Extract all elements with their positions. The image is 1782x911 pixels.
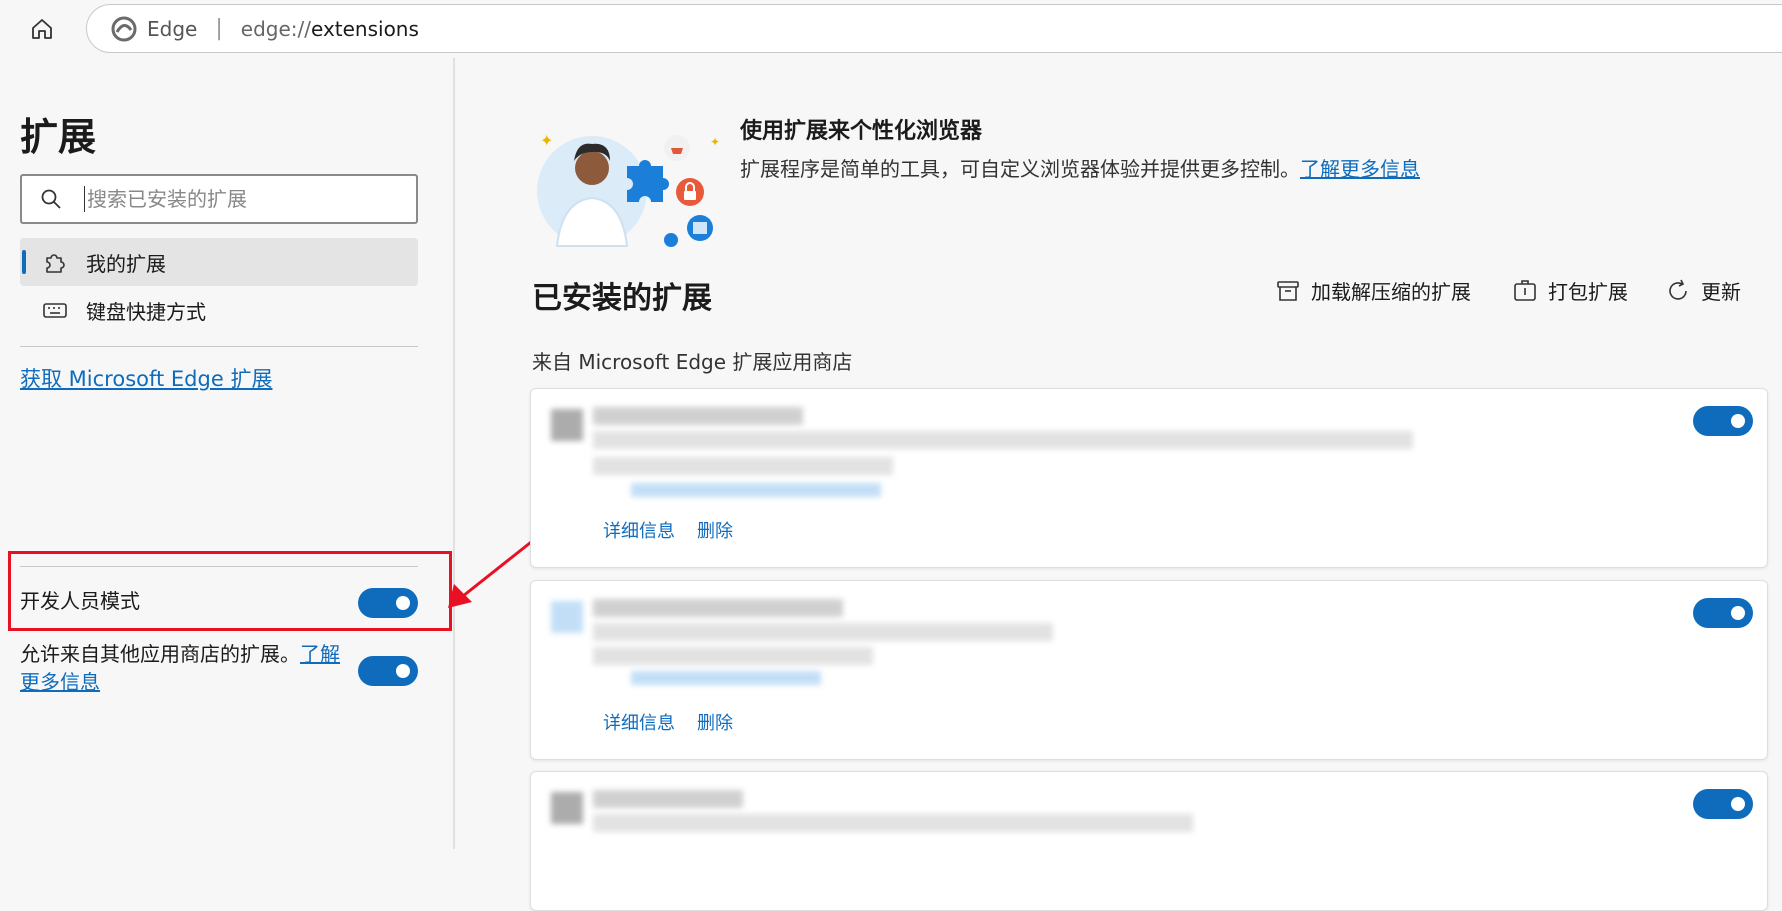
remove-link[interactable]: 删除: [697, 709, 733, 735]
update-label: 更新: [1701, 280, 1741, 304]
search-icon: [41, 189, 61, 209]
sidebar-divider: [20, 346, 418, 347]
url-path: extensions: [310, 16, 419, 41]
sidebar-title: 扩展: [20, 115, 97, 159]
extension-name-redacted: [593, 599, 843, 617]
extension-description-redacted: [593, 431, 1413, 449]
sidebar-item-label: 我的扩展: [86, 251, 166, 276]
browser-brand: Edge: [147, 16, 198, 41]
address-separator: |: [215, 16, 223, 41]
extension-link-redacted: [631, 671, 821, 685]
refresh-icon: [1669, 279, 1687, 300]
extensions-illustration-icon: ✦ ✦: [537, 131, 720, 247]
card-actions: 详细信息 删除: [603, 709, 755, 735]
search-box[interactable]: [20, 174, 418, 224]
extension-description-redacted: [593, 814, 1193, 832]
developer-mode-label: 开发人员模式: [20, 589, 140, 613]
address-toolbar: Edge | edge:// extensions: [0, 0, 1782, 58]
extension-icon: [551, 409, 583, 441]
sidebar-item-my-extensions[interactable]: 我的扩展: [20, 238, 418, 286]
keyboard-icon: [43, 303, 67, 318]
allow-other-stores-toggle[interactable]: [358, 656, 418, 686]
home-icon: [32, 19, 52, 39]
extension-enable-toggle[interactable]: [1693, 789, 1753, 819]
update-button[interactable]: 更新: [1665, 276, 1741, 305]
extension-name-redacted: [593, 790, 743, 808]
extension-icon: [551, 601, 583, 633]
pack-extension-button[interactable]: 打包扩展: [1512, 276, 1628, 305]
extension-enable-toggle[interactable]: [1693, 406, 1753, 436]
extension-card: [530, 771, 1768, 911]
get-extensions-link[interactable]: 获取 Microsoft Edge 扩展: [20, 363, 272, 393]
hero-title: 使用扩展来个性化浏览器: [740, 119, 983, 144]
active-indicator: [22, 250, 26, 274]
card-actions: 详细信息 删除: [603, 517, 755, 543]
sidebar-divider: [20, 566, 418, 567]
extension-id-redacted: [593, 647, 873, 665]
main-content: ✦ ✦ 使用扩展来个性化浏览器 扩展程序是简单的工具，可自定义浏览器体验并提供更…: [457, 58, 1782, 911]
allow-other-stores-label: 允许来自其他应用商店的扩展。: [20, 642, 300, 666]
hero-description-text: 扩展程序是简单的工具，可自定义浏览器体验并提供更多控制。: [740, 157, 1300, 181]
puzzle-icon: [46, 254, 65, 273]
developer-mode-toggle[interactable]: [358, 588, 418, 618]
store-source-label: 来自 Microsoft Edge 扩展应用商店: [532, 350, 853, 374]
url-scheme: edge://: [240, 16, 311, 41]
sidebar: 扩展 我的扩展 键盘快捷方式 获取 Microsoft Edge 扩展: [0, 58, 455, 849]
hero-learn-more-link[interactable]: 了解更多信息: [1300, 157, 1420, 181]
extension-id-redacted: [593, 457, 893, 475]
pack-extension-label: 打包扩展: [1548, 280, 1628, 304]
sidebar-item-label: 键盘快捷方式: [86, 299, 206, 324]
address-bar[interactable]: Edge | edge:// extensions: [86, 4, 1782, 53]
package-icon: [1514, 279, 1536, 301]
svg-text:✦: ✦: [710, 135, 720, 149]
extension-icon: [551, 792, 583, 824]
hero-description: 扩展程序是简单的工具，可自定义浏览器体验并提供更多控制。了解更多信息: [740, 153, 1420, 182]
installed-extensions-title: 已安装的扩展: [532, 281, 712, 316]
extension-card: 详细信息 删除: [530, 388, 1768, 568]
details-link[interactable]: 详细信息: [603, 517, 675, 543]
sidebar-item-keyboard-shortcuts[interactable]: 键盘快捷方式: [20, 286, 418, 334]
details-link[interactable]: 详细信息: [603, 709, 675, 735]
search-input[interactable]: [84, 186, 404, 212]
home-button[interactable]: [22, 12, 62, 46]
extension-link-redacted: [631, 483, 881, 497]
extension-card: 详细信息 删除: [530, 580, 1768, 760]
edge-logo-icon: [111, 16, 137, 41]
extension-enable-toggle[interactable]: [1693, 598, 1753, 628]
archive-icon: [1277, 280, 1299, 301]
extension-name-redacted: [593, 407, 803, 425]
extension-description-redacted: [593, 623, 1053, 641]
load-unpacked-button[interactable]: 加载解压缩的扩展: [1275, 276, 1471, 305]
allow-other-stores-text: 允许来自其他应用商店的扩展。了解更多信息: [20, 640, 345, 696]
remove-link[interactable]: 删除: [697, 517, 733, 543]
load-unpacked-label: 加载解压缩的扩展: [1311, 280, 1471, 304]
svg-text:✦: ✦: [540, 131, 553, 150]
